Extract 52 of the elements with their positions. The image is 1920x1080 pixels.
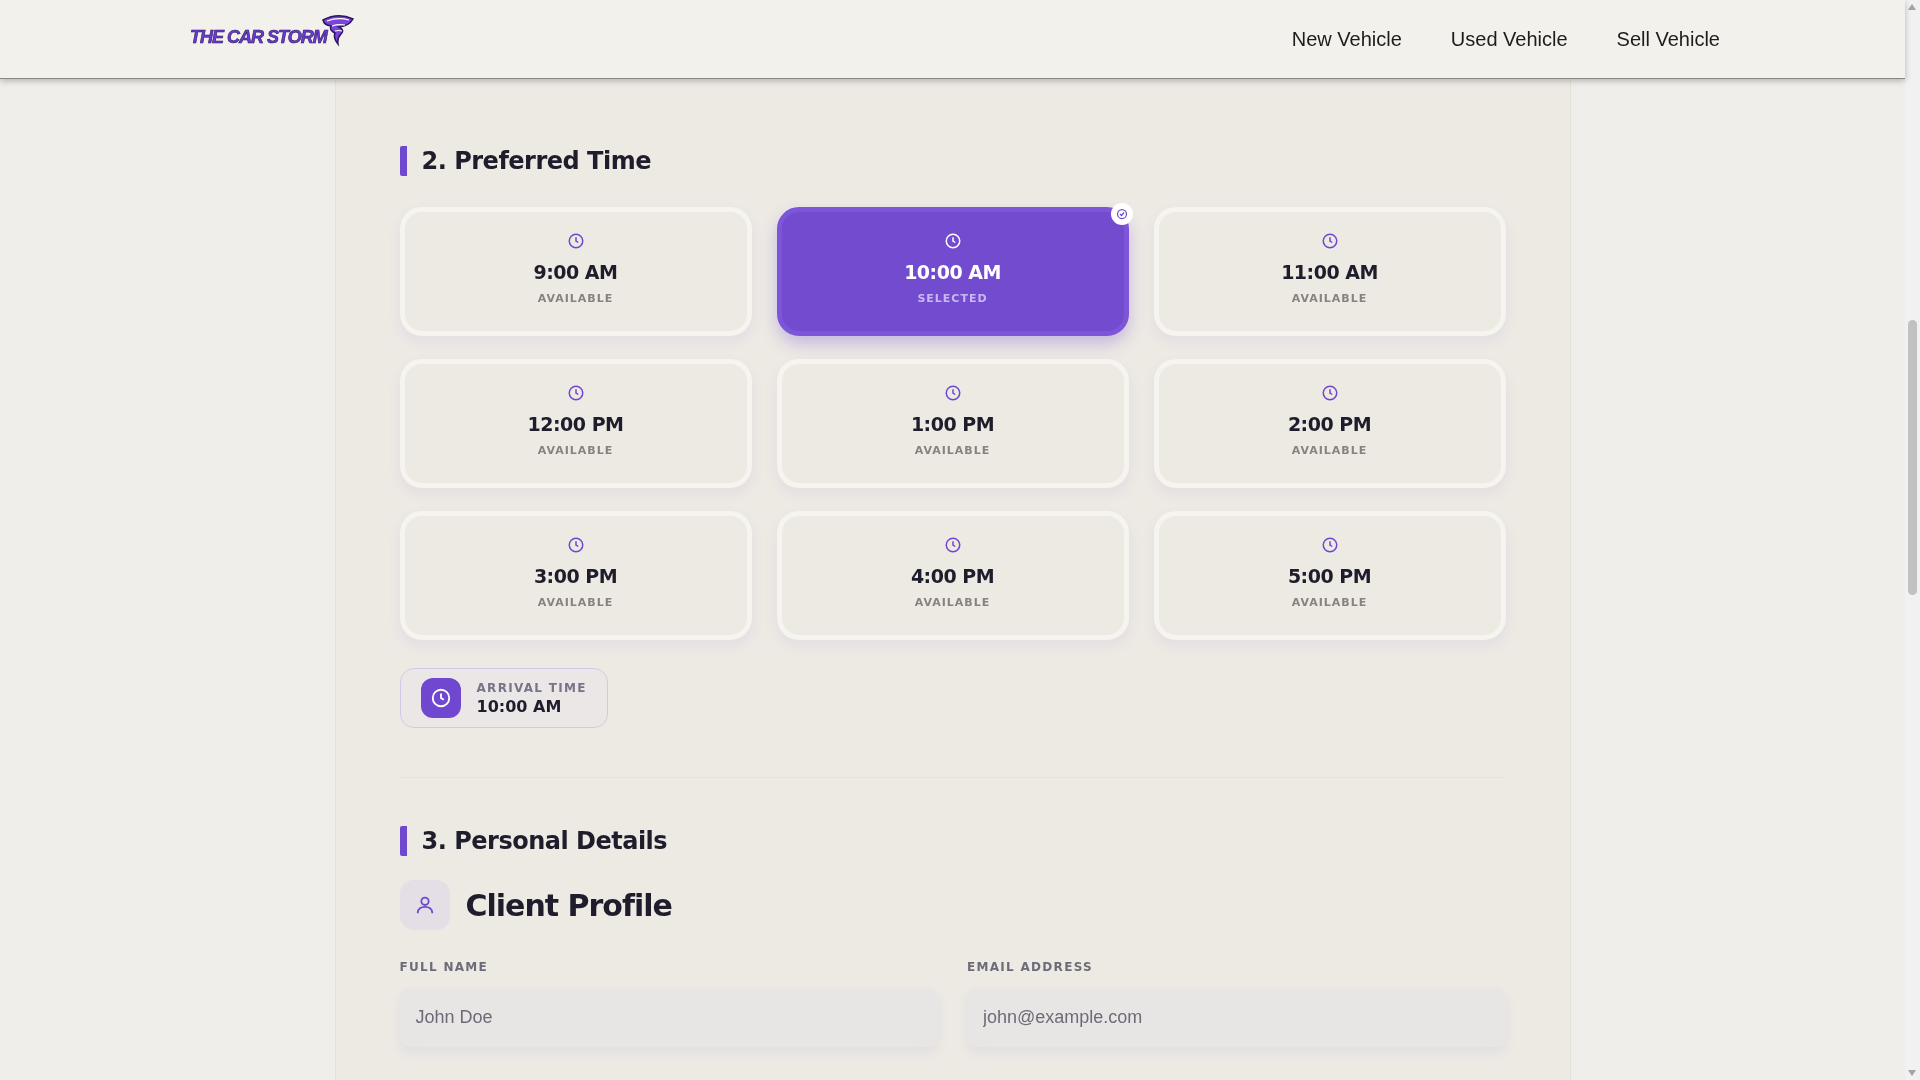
slot-status: AVAILABLE <box>914 596 991 609</box>
time-slot[interactable]: 3:00 PM AVAILABLE <box>399 511 752 640</box>
slot-status: AVAILABLE <box>537 444 614 457</box>
slot-time: 3:00 PM <box>533 565 618 587</box>
time-slot[interactable]: 5:00 PM AVAILABLE <box>1153 511 1506 640</box>
clock-icon <box>943 384 962 402</box>
slot-status: AVAILABLE <box>537 596 614 609</box>
section-heading: 2. Preferred Time <box>399 146 1506 176</box>
section-heading: 3. Personal Details <box>399 826 1506 856</box>
slot-time: 9:00 AM <box>533 261 618 283</box>
field-label: FULL NAME <box>399 960 490 974</box>
time-slot[interactable]: 11:00 AM AVAILABLE <box>1153 207 1506 336</box>
time-slot[interactable]: 9:00 AM AVAILABLE <box>399 207 752 336</box>
clock-icon <box>943 232 962 250</box>
slot-time: 12:00 PM <box>527 413 624 435</box>
nav-link[interactable]: New Vehicle <box>1291 27 1402 51</box>
slot-status: SELECTED <box>917 292 988 305</box>
clock-icon <box>420 678 461 718</box>
time-slot[interactable]: 12:00 PM AVAILABLE <box>399 359 752 488</box>
slot-status: AVAILABLE <box>1291 596 1368 609</box>
clock-icon <box>566 232 585 250</box>
person-icon <box>399 880 450 930</box>
slot-status: AVAILABLE <box>537 292 614 305</box>
logo-text[interactable]: THE CAR STORM <box>190 26 327 48</box>
clock-icon <box>566 536 585 554</box>
clock-icon <box>1320 384 1339 402</box>
clock-icon <box>1320 536 1339 554</box>
nav-link[interactable]: Sell Vehicle <box>1616 27 1720 51</box>
input-field[interactable]: John Doe <box>399 988 938 1047</box>
time-slot[interactable]: 4:00 PM AVAILABLE <box>776 511 1129 640</box>
slot-time: 5:00 PM <box>1287 565 1372 587</box>
profile-heading: Client Profile <box>465 887 672 923</box>
input-field[interactable]: john@example.com <box>967 988 1506 1047</box>
clock-icon <box>943 536 962 554</box>
arrival-value: 10:00 AM <box>476 696 563 716</box>
arrival-label: ARRIVAL TIME <box>476 680 587 695</box>
check-icon <box>1110 203 1133 225</box>
slot-time: 1:00 PM <box>910 413 995 435</box>
scrollbar[interactable] <box>1905 0 1920 1080</box>
slot-time: 2:00 PM <box>1287 413 1372 435</box>
slot-status: AVAILABLE <box>1291 444 1368 457</box>
time-slot[interactable]: 1:00 PM AVAILABLE <box>776 359 1129 488</box>
time-slot[interactable]: 2:00 PM AVAILABLE <box>1153 359 1506 488</box>
slot-time: 11:00 AM <box>1281 261 1378 283</box>
slot-status: AVAILABLE <box>914 444 991 457</box>
clock-icon <box>566 384 585 402</box>
nav-link[interactable]: Used Vehicle <box>1450 27 1568 51</box>
field-label: EMAIL ADDRESS <box>967 960 1094 974</box>
slot-time: 10:00 AM <box>904 261 1001 283</box>
slot-time: 4:00 PM <box>910 565 995 587</box>
slot-status: AVAILABLE <box>1291 292 1368 305</box>
clock-icon <box>1320 232 1339 250</box>
